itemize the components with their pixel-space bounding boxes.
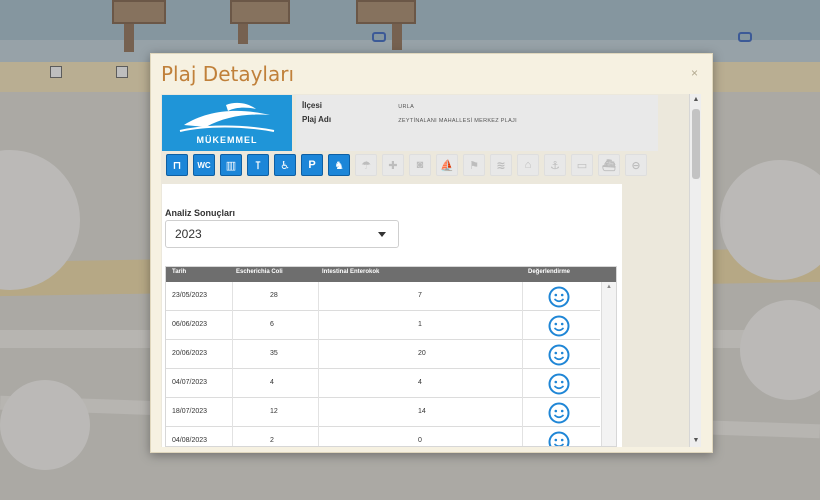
shower-icon: ⊓ xyxy=(166,154,188,176)
cell-enterococcus: 4 xyxy=(418,379,422,386)
header-rating: Değerlendirme xyxy=(528,269,571,275)
district-label: İlçesi xyxy=(302,101,323,110)
cell-ecoli: 12 xyxy=(270,408,278,415)
cell-date: 18/07/2023 xyxy=(172,408,208,415)
column-divider xyxy=(522,427,523,446)
changing-cabin-icon: ▥ xyxy=(220,154,242,176)
cell-ecoli: 6 xyxy=(270,321,274,328)
table-scrollbar[interactable]: ▲ xyxy=(601,282,616,446)
scroll-up-icon[interactable]: ▲ xyxy=(692,96,700,104)
smiley-icon xyxy=(548,373,570,395)
cell-date: 04/07/2023 xyxy=(172,379,208,386)
anchor-icon: ⚓ xyxy=(544,154,566,176)
lifeguard-tower-icon: ⊺ xyxy=(247,154,269,176)
scroll-down-icon[interactable]: ▼ xyxy=(692,437,700,445)
bus-icon: ▭ xyxy=(571,154,593,176)
boat-icon: ⛴ xyxy=(598,154,620,176)
quality-label: MÜKEMMEL xyxy=(196,135,258,145)
column-divider xyxy=(522,282,523,311)
cell-enterococcus: 14 xyxy=(418,408,426,415)
year-select[interactable]: 2023 xyxy=(165,220,399,248)
table-row: 18/07/2023 12 14 xyxy=(166,398,600,427)
column-divider xyxy=(522,369,523,398)
analysis-content: Analiz Sonuçları 2023 Tarih Escherichia … xyxy=(162,184,622,447)
pet-icon: ♞ xyxy=(328,154,350,176)
beach-details-dialog: Plaj Detayları × MÜKEMMEL İlçesi URLA Pl… xyxy=(150,53,713,453)
beach-info: İlçesi URLA Plaj Adı ZEYTİNALANI MAHALLE… xyxy=(296,95,658,151)
year-select-value: 2023 xyxy=(175,227,202,241)
column-divider xyxy=(318,398,319,427)
cell-enterococcus: 0 xyxy=(418,437,422,444)
table-row: 06/06/2023 6 1 xyxy=(166,311,600,340)
header-ecoli: Escherichia Coli xyxy=(236,269,283,275)
cell-enterococcus: 1 xyxy=(418,321,422,328)
column-divider xyxy=(318,340,319,369)
panel-scrollbar[interactable]: ▲ ▼ xyxy=(689,94,701,447)
facility-icons: ⊓ WC ▥ ⊺ ♿ P ♞ ☂ ✚ ◙ ⛵ ⚑ ≋ ⌂ ⚓ ▭ ⛴ ⊖ xyxy=(166,154,686,178)
cell-ecoli: 28 xyxy=(270,292,278,299)
smiley-icon xyxy=(548,402,570,424)
parking-icon: P xyxy=(301,154,323,176)
details-panel: MÜKEMMEL İlçesi URLA Plaj Adı ZEYTİNALAN… xyxy=(161,94,701,447)
column-divider xyxy=(318,427,319,446)
smiley-icon xyxy=(548,315,570,337)
column-divider xyxy=(232,398,233,427)
column-divider xyxy=(522,398,523,427)
cell-ecoli: 35 xyxy=(270,350,278,357)
quality-logo: MÜKEMMEL xyxy=(162,95,292,151)
table-row: 23/05/2023 28 7 xyxy=(166,282,600,311)
column-divider xyxy=(318,369,319,398)
cell-date: 04/08/2023 xyxy=(172,437,208,444)
scroll-up-icon[interactable]: ▲ xyxy=(606,284,612,290)
sailing-icon: ⛵ xyxy=(436,154,458,176)
no-entry-icon: ⊖ xyxy=(625,154,647,176)
table-header: Tarih Escherichia Coli Intestinal Entero… xyxy=(166,267,616,282)
drinking-water-icon: ≋ xyxy=(490,154,512,176)
wc-icon: WC xyxy=(193,154,215,176)
close-button[interactable]: × xyxy=(691,66,698,80)
scrollbar-thumb[interactable] xyxy=(692,109,700,179)
beach-name-label: Plaj Adı xyxy=(302,115,332,124)
smiley-icon xyxy=(548,286,570,308)
swimmer-icon xyxy=(179,102,275,132)
cell-enterococcus: 7 xyxy=(418,292,422,299)
first-aid-icon: ✚ xyxy=(382,154,404,176)
table-row: 20/06/2023 35 20 xyxy=(166,340,600,369)
district-value: URLA xyxy=(398,104,415,110)
flag-icon: ⚑ xyxy=(463,154,485,176)
tent-icon: ⌂ xyxy=(517,154,539,176)
smiley-icon xyxy=(548,431,570,446)
camera-icon: ◙ xyxy=(409,154,431,176)
dialog-title: Plaj Detayları xyxy=(161,62,295,86)
column-divider xyxy=(232,311,233,340)
beach-name-row: Plaj Adı ZEYTİNALANI MAHALLESİ MERKEZ PL… xyxy=(302,115,517,124)
cell-enterococcus: 20 xyxy=(418,350,426,357)
smiley-icon xyxy=(548,344,570,366)
analysis-table: Tarih Escherichia Coli Intestinal Entero… xyxy=(165,266,617,447)
cell-date: 06/06/2023 xyxy=(172,321,208,328)
cell-ecoli: 2 xyxy=(270,437,274,444)
header-date: Tarih xyxy=(172,269,187,275)
column-divider xyxy=(232,369,233,398)
chevron-down-icon xyxy=(378,232,386,237)
column-divider xyxy=(318,282,319,311)
column-divider xyxy=(232,427,233,446)
cell-date: 23/05/2023 xyxy=(172,292,208,299)
analysis-label: Analiz Sonuçları xyxy=(165,208,236,218)
table-row: 04/08/2023 2 0 xyxy=(166,427,600,446)
wheelchair-icon: ♿ xyxy=(274,154,296,176)
district-row: İlçesi URLA xyxy=(302,101,414,110)
beach-name-value: ZEYTİNALANI MAHALLESİ MERKEZ PLAJI xyxy=(398,118,517,124)
column-divider xyxy=(232,340,233,369)
column-divider xyxy=(522,340,523,369)
header-enterococcus: Intestinal Enterokok xyxy=(322,269,380,275)
column-divider xyxy=(232,282,233,311)
table-row: 04/07/2023 4 4 xyxy=(166,369,600,398)
column-divider xyxy=(522,311,523,340)
column-divider xyxy=(318,311,319,340)
cell-ecoli: 4 xyxy=(270,379,274,386)
umbrella-icon: ☂ xyxy=(355,154,377,176)
cell-date: 20/06/2023 xyxy=(172,350,208,357)
